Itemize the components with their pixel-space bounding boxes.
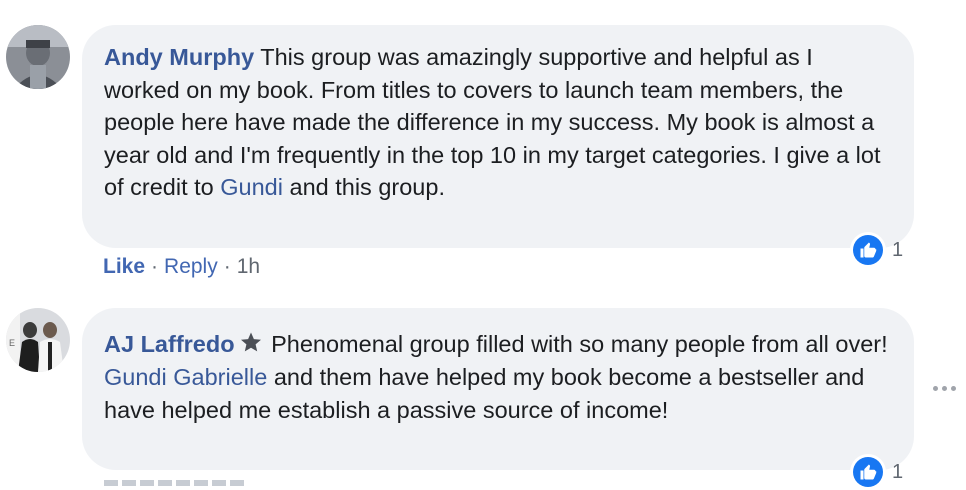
star-badge-icon[interactable] (239, 331, 263, 355)
svg-text:E: E (9, 338, 15, 348)
separator: · (223, 255, 231, 278)
reaction-summary[interactable]: 1 (850, 232, 903, 268)
reaction-badge (850, 232, 886, 268)
mention-link[interactable]: Gundi (220, 174, 283, 200)
thumbs-up-icon (860, 464, 877, 480)
comment-text-end: and this group. (282, 174, 445, 200)
comment-timestamp[interactable]: 1h (237, 255, 260, 278)
reaction-count: 1 (892, 238, 904, 261)
mention-link[interactable]: Gundi Gabrielle (104, 364, 267, 390)
comment-bubble: AJ Laffredo Phenomenal group filled with… (82, 308, 914, 470)
comment-actions: Like · Reply · 1h (103, 255, 260, 279)
truncated-actions (104, 480, 254, 490)
avatar[interactable] (6, 25, 70, 89)
like-button[interactable]: Like (103, 255, 145, 278)
comment-author[interactable]: AJ Laffredo (104, 331, 235, 357)
reaction-count: 1 (892, 460, 904, 483)
avatar-image (6, 25, 70, 89)
avatar-image: E (6, 308, 70, 372)
separator: · (151, 255, 159, 278)
more-options-icon[interactable] (933, 386, 956, 391)
reaction-badge (850, 454, 886, 490)
comment-text: Phenomenal group filled with so many peo… (264, 331, 888, 357)
reply-button[interactable]: Reply (164, 255, 218, 278)
reaction-summary[interactable]: 1 (850, 454, 903, 490)
thumbs-up-icon (860, 242, 877, 258)
avatar[interactable]: E (6, 308, 70, 372)
comment-bubble: Andy Murphy This group was amazingly sup… (82, 25, 914, 248)
comment-author[interactable]: Andy Murphy (104, 44, 254, 70)
